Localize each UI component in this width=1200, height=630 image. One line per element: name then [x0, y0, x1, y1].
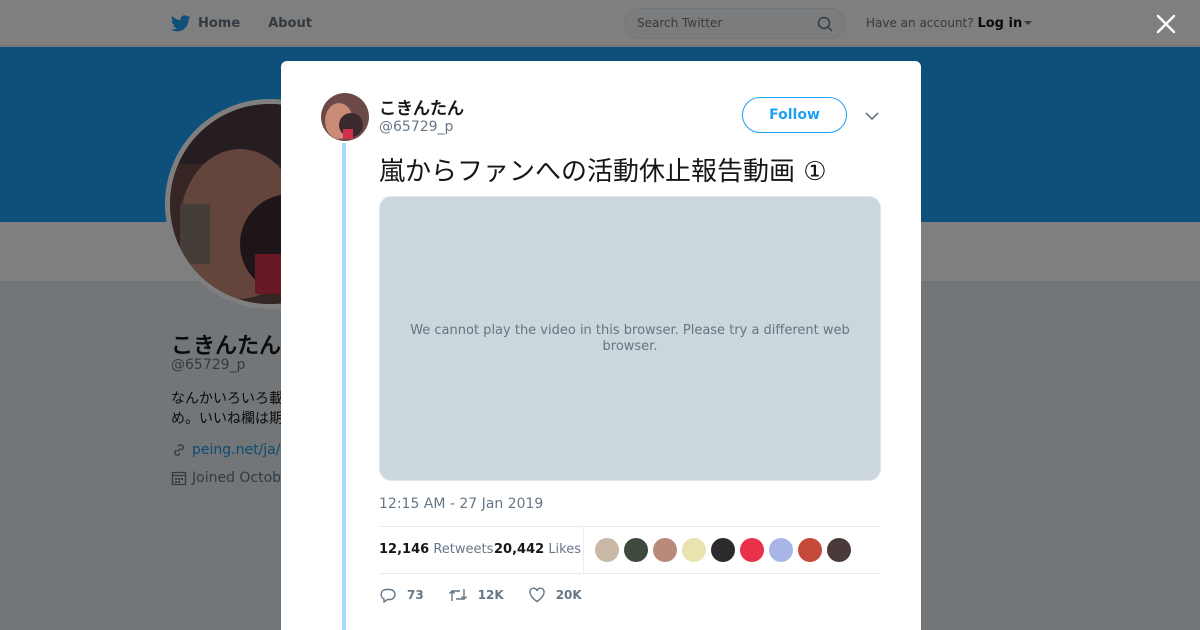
liker-avatar[interactable]	[653, 538, 677, 562]
reply-count: 73	[407, 588, 424, 602]
chevron-down-icon[interactable]	[865, 111, 879, 121]
liker-avatars	[595, 538, 856, 562]
tweet-actions: 73 12K 20K	[379, 585, 606, 605]
retweet-action[interactable]: 12K	[448, 587, 504, 603]
reply-icon	[380, 588, 396, 603]
tweet-stats: 12,146 Retweets 20,442 Likes	[379, 526, 881, 574]
reply-action[interactable]: 73	[379, 587, 424, 603]
liker-avatar[interactable]	[624, 538, 648, 562]
tweet-modal: こきんたん @65729_p Follow 嵐からファンへの活動休止報告動画 ①…	[281, 61, 921, 630]
thread-line	[342, 143, 346, 630]
liker-avatar[interactable]	[827, 538, 851, 562]
author-avatar-image	[321, 93, 369, 141]
tweet-text: 嵐からファンへの活動休止報告動画 ①	[379, 157, 827, 187]
close-icon[interactable]	[1153, 11, 1179, 37]
liker-avatar[interactable]	[682, 538, 706, 562]
retweets-count: 12,146	[379, 542, 430, 557]
stats-divider	[583, 527, 584, 574]
like-count: 20K	[555, 588, 582, 602]
retweets-stat[interactable]: 12,146 Retweets	[379, 542, 493, 557]
author-handle[interactable]: @65729_p	[379, 119, 453, 135]
author-name[interactable]: こきんたん	[379, 94, 464, 119]
follow-button[interactable]: Follow	[742, 97, 847, 133]
liker-avatar[interactable]	[740, 538, 764, 562]
likes-stat[interactable]: 20,442 Likes	[494, 542, 581, 557]
retweets-label: Retweets	[433, 542, 494, 557]
liker-avatar[interactable]	[595, 538, 619, 562]
tweet-timestamp[interactable]: 12:15 AM - 27 Jan 2019	[379, 496, 543, 512]
likes-count: 20,442	[494, 542, 545, 557]
video-error-message: We cannot play the video in this browser…	[410, 322, 850, 354]
liker-avatar[interactable]	[769, 538, 793, 562]
video-player[interactable]: We cannot play the video in this browser…	[379, 196, 881, 481]
like-action[interactable]: 20K	[528, 587, 582, 603]
liker-avatar[interactable]	[711, 538, 735, 562]
likes-label: Likes	[548, 542, 582, 557]
author-avatar[interactable]	[321, 93, 369, 141]
heart-icon	[528, 587, 545, 603]
retweet-count: 12K	[477, 588, 504, 602]
retweet-icon	[448, 589, 467, 601]
liker-avatar[interactable]	[798, 538, 822, 562]
